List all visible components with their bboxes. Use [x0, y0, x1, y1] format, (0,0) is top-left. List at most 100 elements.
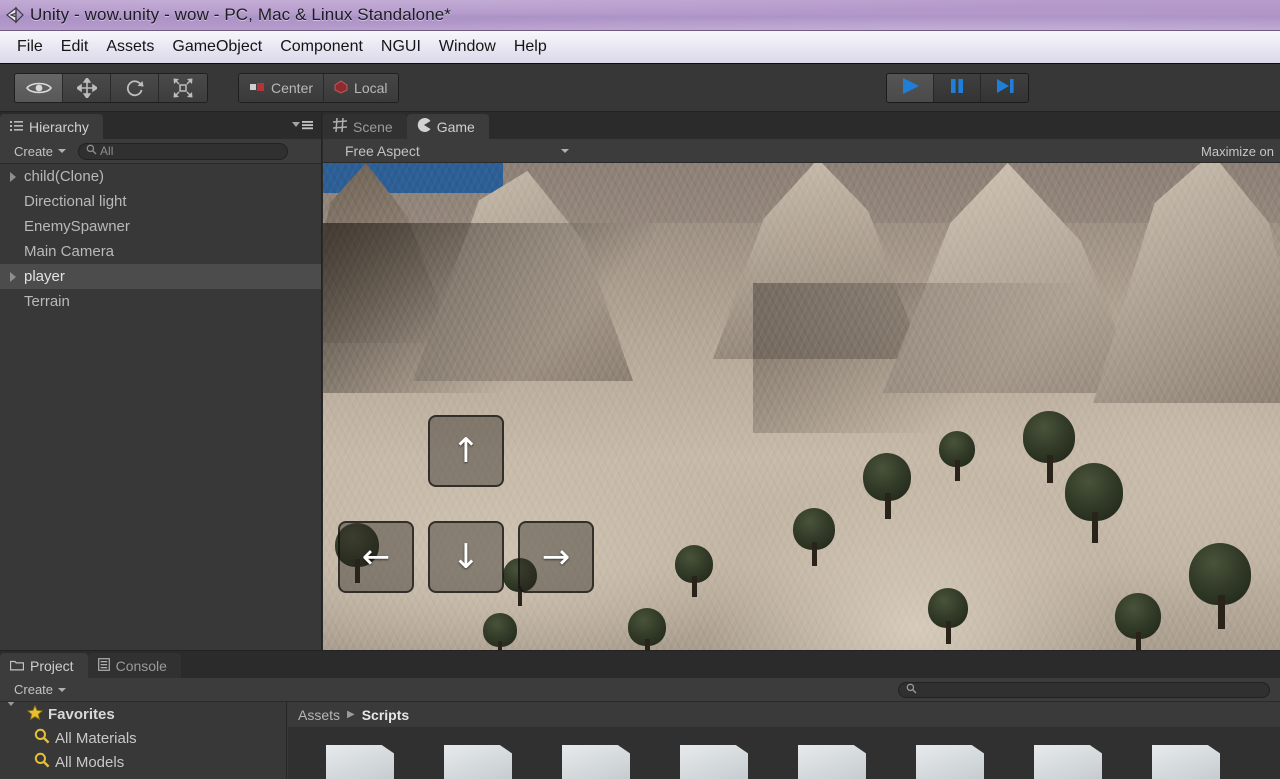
pivot-local-icon [334, 79, 348, 97]
tree [1189, 543, 1251, 629]
hierarchy-create-button[interactable]: Create [8, 142, 72, 161]
aspect-ratio-label: Free Aspect [345, 142, 420, 159]
game-pacman-icon [417, 118, 431, 135]
menu-item-component[interactable]: Component [271, 36, 372, 58]
hierarchy-item-player[interactable]: player [0, 264, 321, 289]
menu-item-edit[interactable]: Edit [52, 36, 98, 58]
tab-hierarchy[interactable]: Hierarchy [0, 114, 103, 139]
tab-console-label: Console [115, 657, 167, 674]
chevron-down-icon [561, 148, 569, 153]
tab-project[interactable]: Project [0, 653, 88, 678]
hierarchy-item-enemyspawner[interactable]: EnemySpawner [0, 214, 321, 239]
aspect-ratio-dropdown[interactable]: Free Aspect [337, 140, 577, 162]
scale-tool-button[interactable] [159, 74, 207, 102]
tab-console[interactable]: Console [87, 653, 181, 678]
game-view-panel: Scene Game Free Aspect Maximize on ↑ ← ↓… [323, 112, 1280, 650]
pivot-center-icon [249, 80, 265, 96]
tree [1065, 463, 1123, 543]
scale-icon [173, 78, 193, 98]
asset-grid [288, 727, 1280, 779]
project-content-pane: Assets ▶ Scripts [288, 702, 1280, 779]
maximize-on-play-toggle[interactable]: Maximize on [1195, 139, 1280, 163]
play-controls-group [886, 73, 1029, 103]
move-arrows-icon [76, 78, 97, 98]
asset-script-icon[interactable] [1152, 745, 1220, 779]
pivot-center-button[interactable]: Center [239, 74, 325, 102]
step-button[interactable] [981, 74, 1028, 102]
breadcrumb: Assets ▶ Scripts [288, 702, 1280, 727]
hierarchy-panel: Hierarchy Create All child(Clone) Direct… [0, 112, 322, 650]
menu-item-file[interactable]: File [8, 36, 52, 58]
asset-script-icon[interactable] [798, 745, 866, 779]
project-tabbar: Project Console [0, 651, 1280, 678]
pause-button[interactable] [934, 74, 981, 102]
main-toolbar: Center Local [0, 64, 1280, 112]
breadcrumb-root[interactable]: Assets [298, 707, 340, 723]
menu-item-ngui[interactable]: NGUI [372, 36, 430, 58]
foldout-arrow-icon[interactable] [6, 271, 20, 282]
terrain-shadow [323, 223, 653, 393]
rotate-tool-button[interactable] [111, 74, 159, 102]
move-up-button[interactable]: ↑ [428, 415, 504, 487]
hierarchy-item-main-camera[interactable]: Main Camera [0, 239, 321, 264]
search-icon [34, 728, 50, 748]
window-title: Unity - wow.unity - wow - PC, Mac & Linu… [30, 5, 452, 24]
tab-game[interactable]: Game [406, 114, 489, 139]
hierarchy-tree: child(Clone) Directional light EnemySpaw… [0, 164, 321, 650]
pivot-local-button[interactable]: Local [324, 74, 398, 102]
title-bar: Unity - wow.unity - wow - PC, Mac & Linu… [0, 0, 1280, 31]
game-view-toolbar: Free Aspect Maximize on [323, 139, 1280, 163]
move-tool-button[interactable] [63, 74, 111, 102]
tri-down-icon[interactable] [6, 702, 22, 723]
game-render-surface[interactable]: ↑ ← ↓ → [323, 163, 1280, 650]
asset-script-icon[interactable] [444, 745, 512, 779]
move-right-button[interactable]: → [518, 521, 594, 593]
tab-game-label: Game [436, 118, 475, 135]
asset-script-icon[interactable] [562, 745, 630, 779]
menu-item-help[interactable]: Help [505, 36, 556, 58]
eye-icon [25, 80, 52, 96]
tree [863, 453, 911, 519]
hierarchy-item-directional-light[interactable]: Directional light [0, 189, 321, 214]
viewport-tabbar: Scene Game [323, 112, 1280, 139]
tree [928, 588, 968, 644]
hierarchy-item-terrain[interactable]: Terrain [0, 289, 321, 314]
asset-script-icon[interactable] [916, 745, 984, 779]
project-create-button[interactable]: Create [8, 680, 72, 699]
asset-script-icon[interactable] [680, 745, 748, 779]
breadcrumb-separator-icon: ▶ [347, 709, 355, 720]
tree [483, 613, 517, 650]
chevron-down-icon [58, 149, 67, 153]
asset-script-icon[interactable] [1034, 745, 1102, 779]
unity-logo-icon [4, 4, 26, 26]
hierarchy-subtoolbar: Create All [0, 139, 321, 164]
move-left-button[interactable]: ← [338, 521, 414, 593]
hierarchy-item-child-clone[interactable]: child(Clone) [0, 164, 321, 189]
panel-options-icon[interactable] [290, 118, 314, 136]
move-down-button[interactable]: ↓ [428, 521, 504, 593]
favorites-group[interactable]: Favorites [0, 702, 286, 726]
hierarchy-search-input[interactable]: All [78, 142, 289, 160]
breadcrumb-current[interactable]: Scripts [362, 707, 409, 723]
tab-scene-label: Scene [353, 118, 393, 135]
asset-script-icon[interactable] [326, 745, 394, 779]
hierarchy-item-label: Terrain [24, 293, 70, 310]
foldout-arrow-icon[interactable] [6, 171, 20, 182]
menu-item-gameobject[interactable]: GameObject [163, 36, 271, 58]
play-button[interactable] [887, 74, 934, 102]
tree [628, 608, 666, 650]
project-search-input[interactable] [898, 682, 1270, 698]
menu-item-window[interactable]: Window [430, 36, 505, 58]
tab-scene[interactable]: Scene [323, 114, 407, 139]
tree [939, 431, 975, 481]
hand-tool-button[interactable] [15, 74, 63, 102]
tree [675, 545, 713, 597]
transform-tools-group [14, 73, 208, 103]
project-create-label: Create [14, 682, 54, 697]
rotate-icon [125, 78, 145, 98]
favorites-item-all-materials[interactable]: All Materials [0, 726, 286, 750]
tab-hierarchy-label: Hierarchy [29, 118, 89, 135]
favorites-item-all-models[interactable]: All Models [0, 750, 286, 774]
menu-item-assets[interactable]: Assets [97, 36, 163, 58]
tree [1115, 593, 1161, 650]
